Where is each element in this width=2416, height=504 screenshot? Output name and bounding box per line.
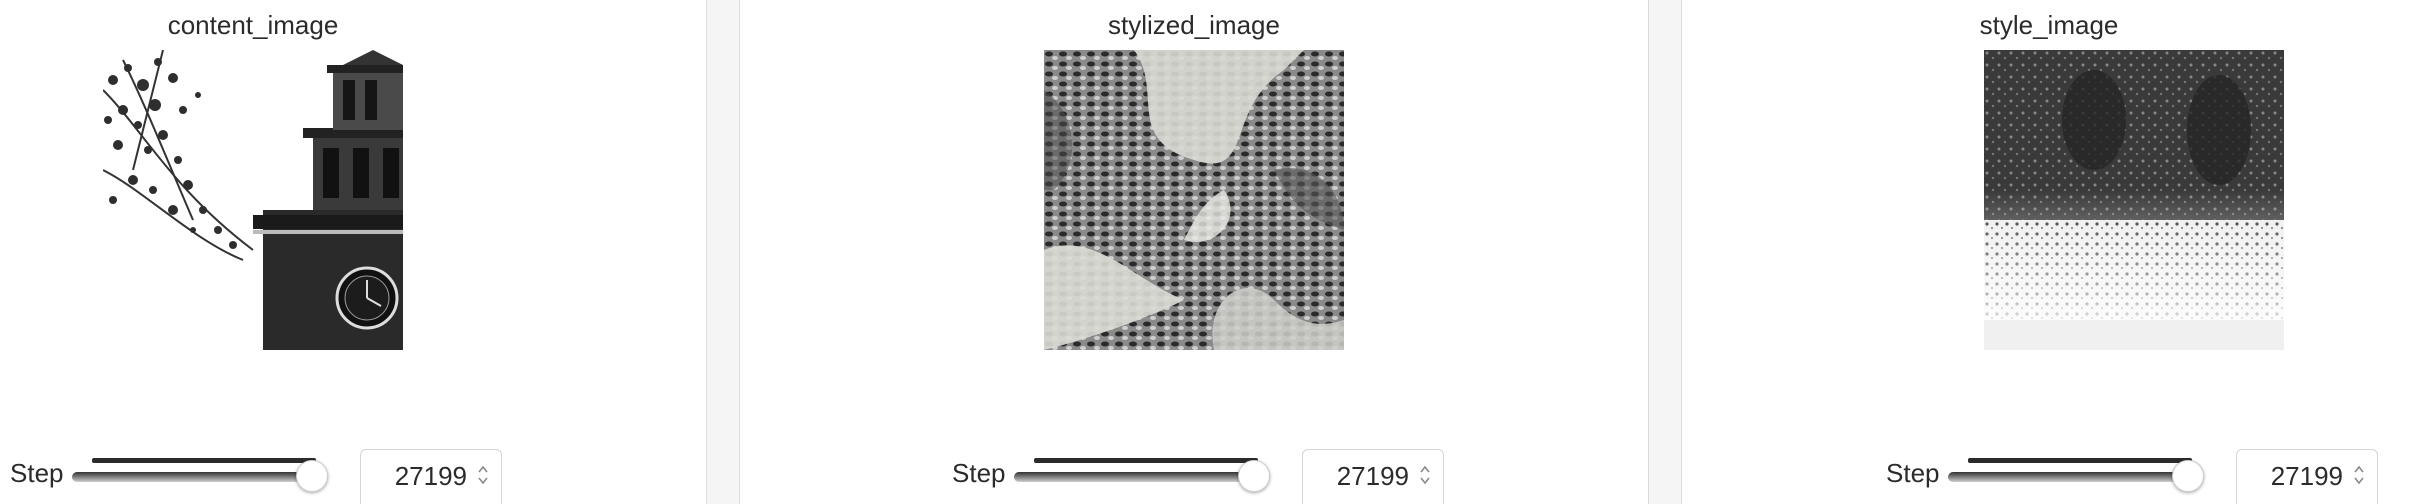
chevron-up-down-icon[interactable] xyxy=(2353,464,2365,486)
style-image xyxy=(1984,50,2284,350)
panel-divider[interactable] xyxy=(706,0,740,504)
slider-range-indicator xyxy=(1034,458,1258,463)
slider-track[interactable] xyxy=(72,472,328,482)
media-panels-view: content_image Step 27199 stylized_image … xyxy=(0,0,2416,504)
slider-track[interactable] xyxy=(1948,472,2204,482)
slider-range-indicator xyxy=(92,458,316,463)
step-number-input[interactable]: 27199 xyxy=(360,449,502,504)
step-label: Step xyxy=(1886,458,1940,488)
panel-title: stylized_image xyxy=(1108,10,1280,40)
step-slider[interactable] xyxy=(1014,456,1270,492)
content-image xyxy=(103,50,403,350)
step-value[interactable]: 27199 xyxy=(395,461,467,492)
slider-thumb[interactable] xyxy=(1238,460,1270,492)
slider-thumb[interactable] xyxy=(296,460,328,492)
chevron-up-down-icon[interactable] xyxy=(1419,464,1431,486)
panel-content-image: content_image Step 27199 xyxy=(0,0,706,504)
slider-thumb[interactable] xyxy=(2172,460,2204,492)
step-number-input[interactable]: 27199 xyxy=(1302,449,1444,504)
chevron-up-down-icon[interactable] xyxy=(477,464,489,486)
step-value[interactable]: 27199 xyxy=(1337,461,1409,492)
step-label: Step xyxy=(952,458,1006,488)
stylized-image xyxy=(1044,50,1344,350)
step-slider[interactable] xyxy=(1948,456,2204,492)
step-value[interactable]: 27199 xyxy=(2271,461,2343,492)
panel-title: content_image xyxy=(167,10,339,40)
slider-track[interactable] xyxy=(1014,472,1270,482)
slider-range-indicator xyxy=(1968,458,2192,463)
step-label: Step xyxy=(10,458,64,488)
step-slider[interactable] xyxy=(72,456,328,492)
panel-title: style_image xyxy=(1979,10,2119,40)
panel-divider[interactable] xyxy=(1648,0,1682,504)
panel-style-image: style_image Step 27199 xyxy=(1682,0,2416,504)
panel-stylized-image: stylized_image Step 27199 xyxy=(740,0,1648,504)
step-number-input[interactable]: 27199 xyxy=(2236,449,2378,504)
